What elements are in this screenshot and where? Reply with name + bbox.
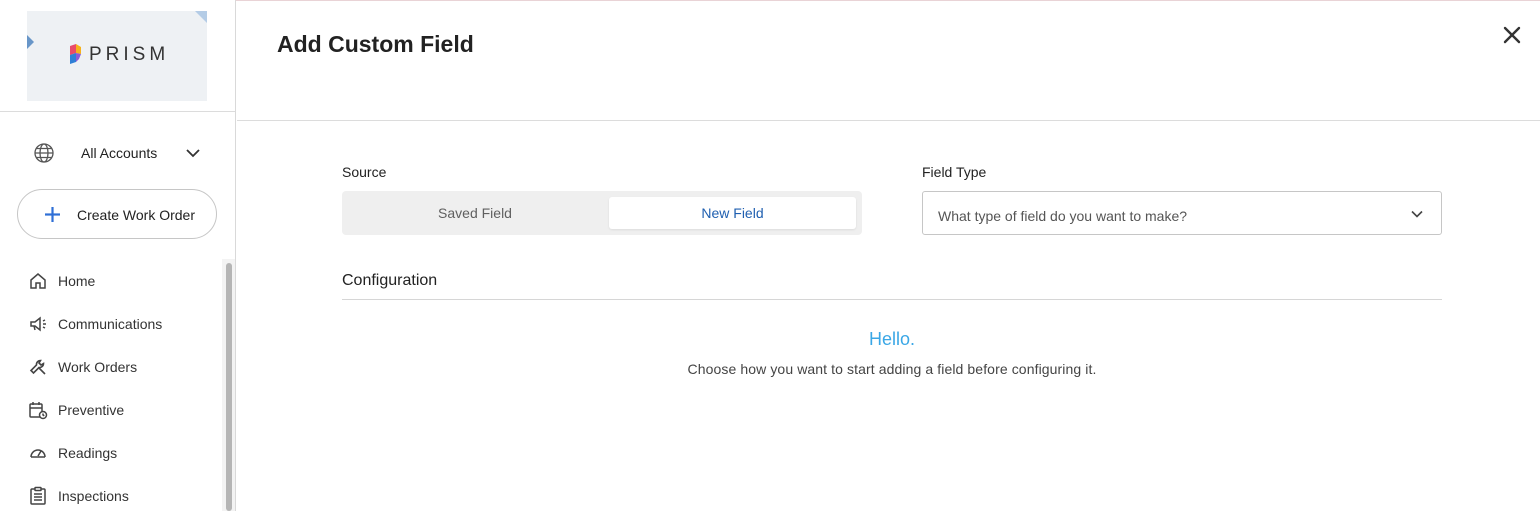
account-switcher-label: All Accounts [81,145,158,161]
calendar-refresh-icon [29,402,48,420]
sidebar-item-label: Work Orders [58,359,138,375]
sidebar-item-inspections[interactable]: Inspections [28,484,213,508]
logo-decoration [27,35,34,49]
megaphone-icon [30,316,46,332]
logo-decoration [195,11,207,23]
field-type-select[interactable]: What type of field do you want to make? [922,191,1442,235]
globe-icon [34,143,54,163]
sidebar-item-label: Home [58,273,96,289]
chevron-down-icon[interactable] [185,145,201,161]
source-segmented-control: Saved Field New Field [342,191,862,235]
prism-logo-icon [70,44,81,64]
chevron-down-icon [1411,210,1423,218]
sidebar: PRISM All Accounts Create Work Order Hom… [0,0,236,511]
clipboard-icon [30,486,46,505]
wrench-icon [29,359,46,375]
source-label: Source [342,164,387,180]
configuration-divider [342,299,1442,300]
configuration-heading: Configuration [342,272,438,289]
close-icon[interactable] [1501,24,1523,46]
sidebar-item-label: Communications [58,316,163,332]
header-divider [237,120,1540,121]
sidebar-item-label: Readings [58,445,118,461]
brand-logo[interactable]: PRISM [27,11,207,101]
sidebar-item-communications[interactable]: Communications [28,312,213,336]
brand-name: PRISM [89,44,170,65]
empty-state-hint: Choose how you want to start adding a fi… [687,361,1097,377]
sidebar-item-label: Preventive [58,402,125,418]
account-switcher[interactable]: All Accounts [33,140,208,166]
saved-field-option[interactable]: Saved Field [342,197,608,229]
new-field-option[interactable]: New Field [609,197,856,229]
sidebar-item-work-orders[interactable]: Work Orders [28,355,213,379]
sidebar-item-label: Inspections [58,488,129,504]
create-work-order-label: Create Work Order [77,207,195,223]
sidebar-item-home[interactable]: Home [28,269,213,293]
create-work-order-button[interactable]: Create Work Order [17,189,217,239]
sidebar-item-preventive[interactable]: Preventive [28,398,213,422]
sidebar-scrollbar-thumb[interactable] [226,263,232,511]
field-type-placeholder: What type of field do you want to make? [938,208,1188,224]
page-title: Add Custom Field [277,31,474,57]
sidebar-item-readings[interactable]: Readings [28,441,213,465]
home-icon [30,273,46,289]
sidebar-divider [0,111,235,112]
empty-state-title: Hello. [868,329,916,349]
gauge-icon [30,449,46,458]
field-type-label: Field Type [922,164,987,180]
plus-icon [45,207,60,222]
